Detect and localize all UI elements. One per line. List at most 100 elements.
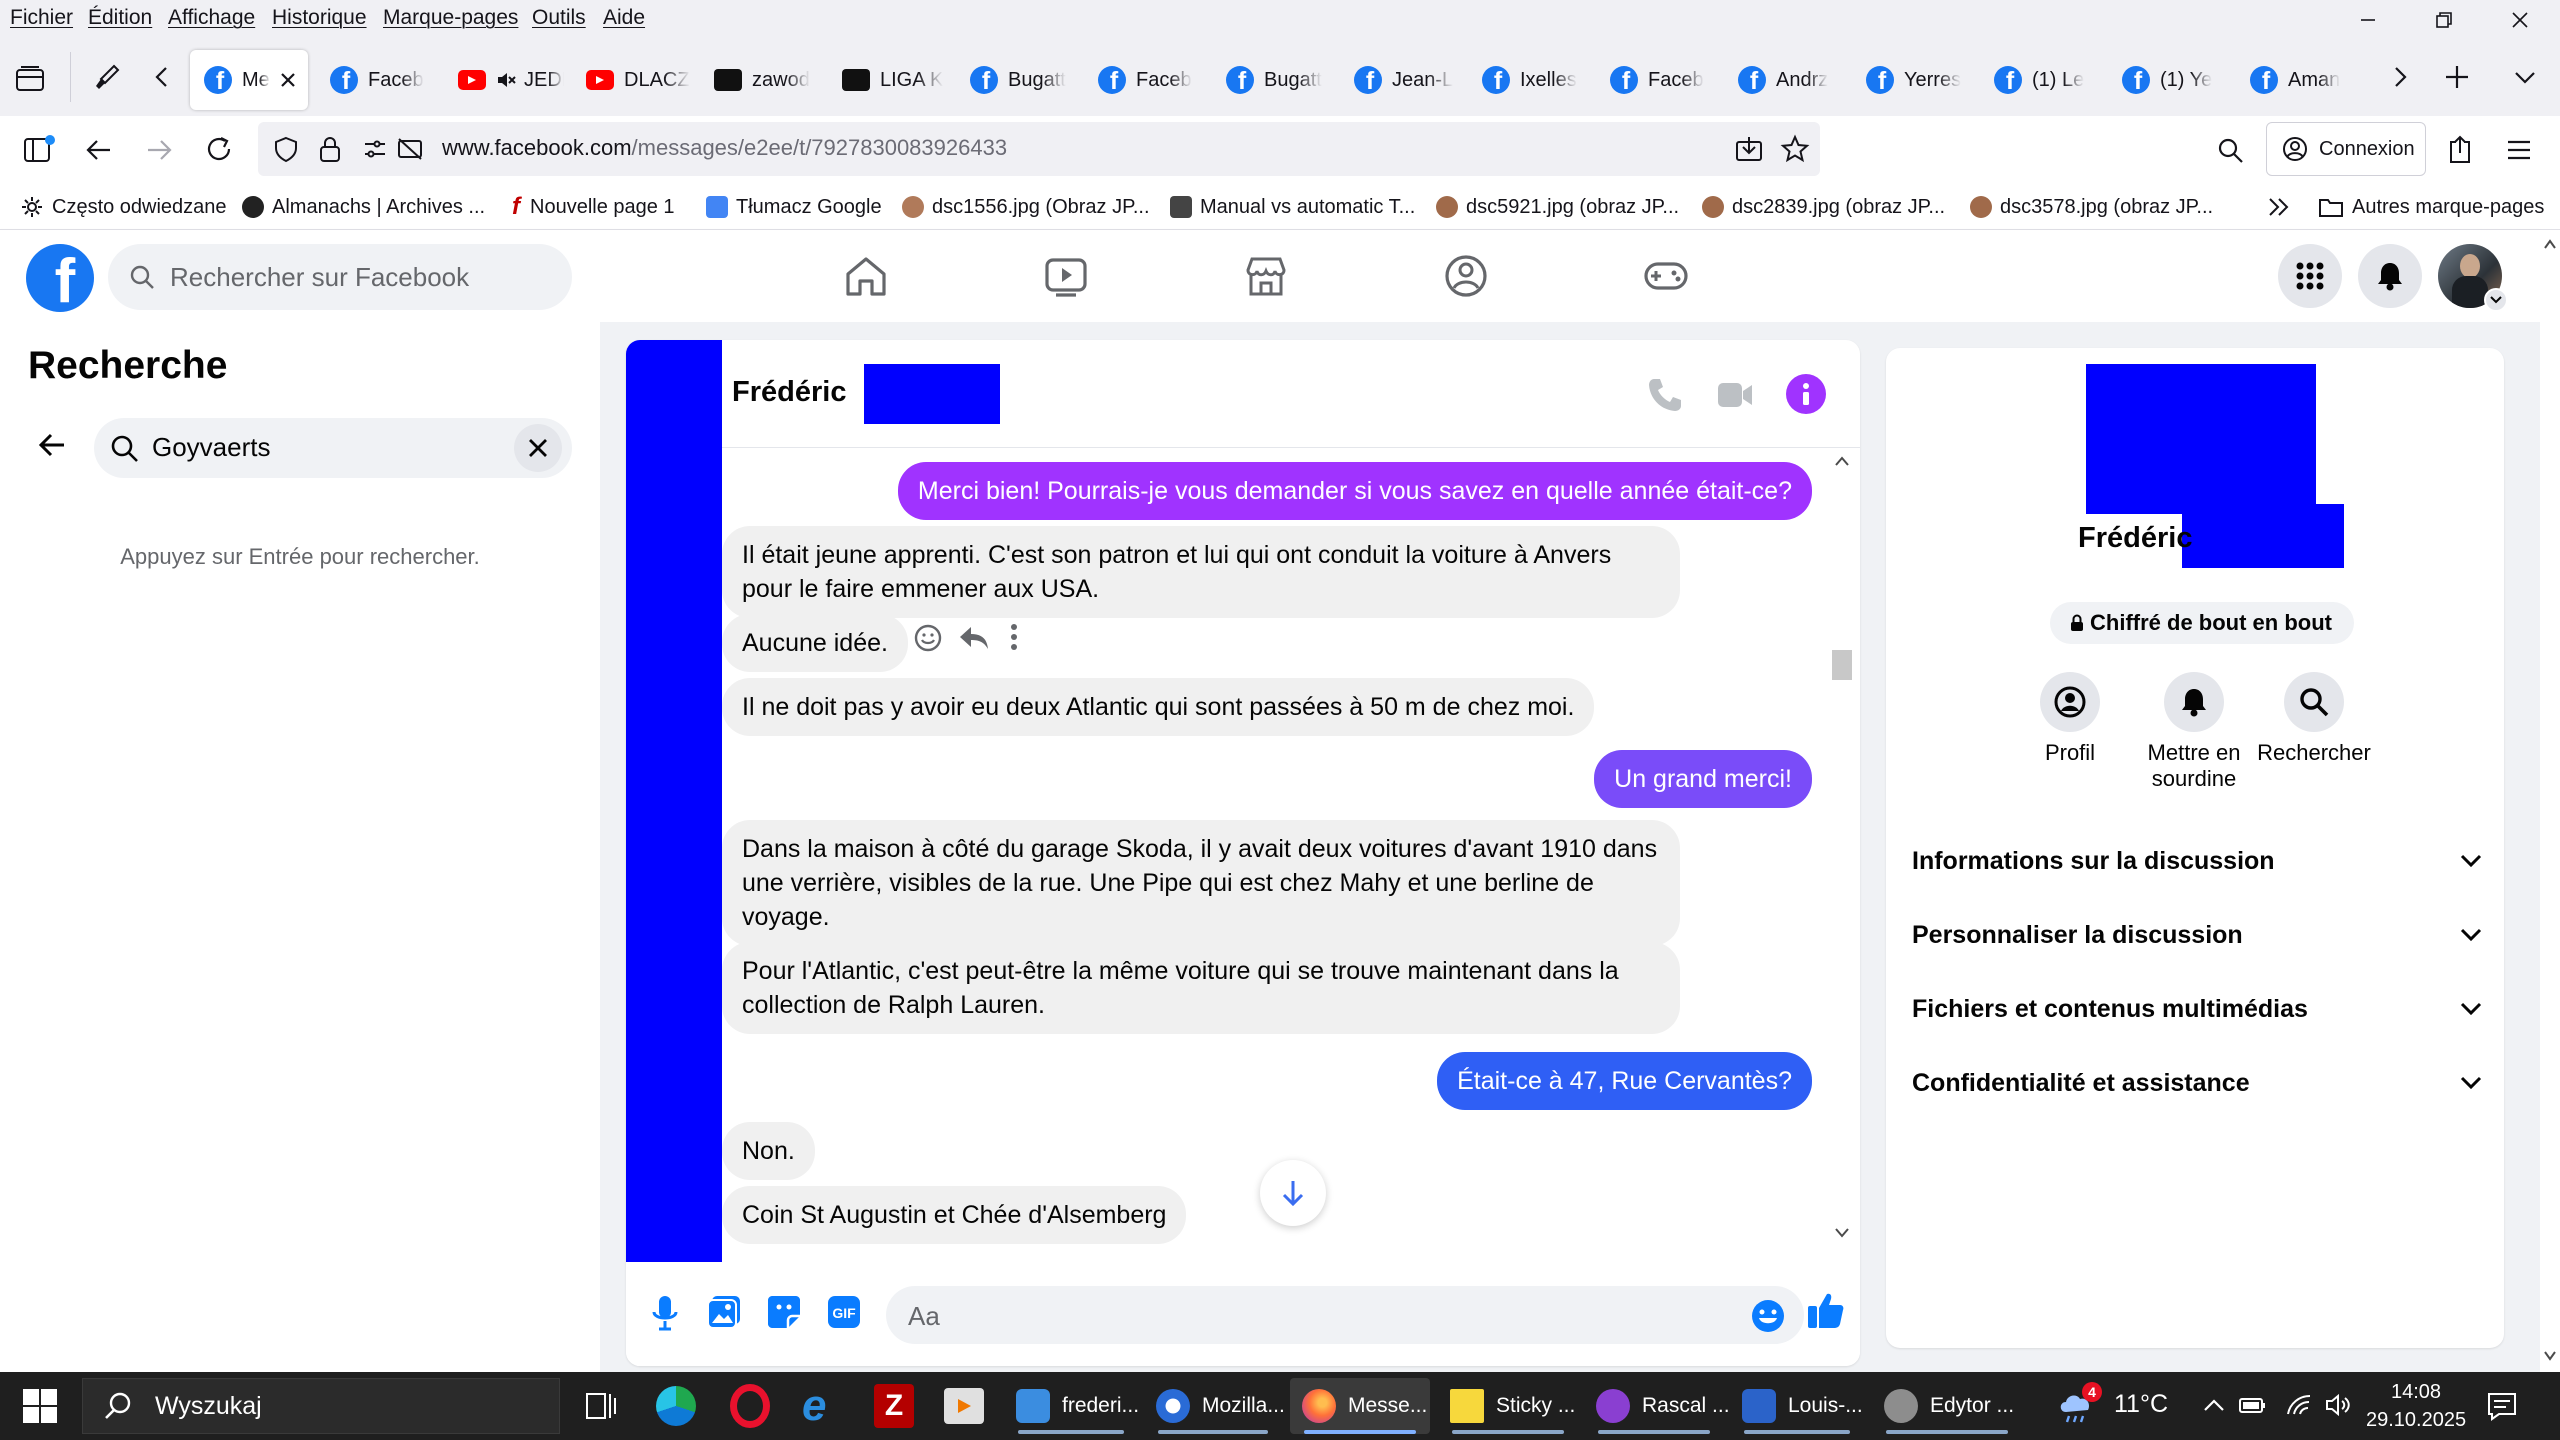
like-button[interactable]: [1806, 1290, 1846, 1330]
extensions-button[interactable]: [2446, 134, 2476, 166]
browser-tab[interactable]: LIGA K: [828, 50, 948, 110]
notification-center-button[interactable]: [2486, 1390, 2518, 1422]
message-incoming[interactable]: Dans la maison à côté du garage Skoda, i…: [722, 820, 1680, 946]
mute-action[interactable]: Mettre en sourdine: [2134, 672, 2254, 792]
audio-call-button[interactable]: [1646, 376, 1684, 414]
temperature[interactable]: 11°C: [2114, 1390, 2168, 1419]
search-conversation-action[interactable]: Rechercher: [2256, 672, 2372, 766]
tab-scroll-left-button[interactable]: [150, 64, 174, 90]
nav-gaming[interactable]: [1642, 254, 1690, 298]
edge-icon[interactable]: [656, 1386, 696, 1426]
battery-icon[interactable]: [2238, 1394, 2268, 1416]
sidebar-toggle-button[interactable]: [22, 134, 56, 164]
bookmark-item[interactable]: Tłumacz Google: [706, 192, 882, 222]
clock[interactable]: 14:08 29.10.2025: [2366, 1378, 2466, 1434]
browser-tab[interactable]: f Andrz: [1724, 50, 1844, 110]
account-menu-button[interactable]: [2484, 288, 2508, 312]
emoji-button[interactable]: [1750, 1298, 1786, 1334]
attach-media-button[interactable]: [706, 1294, 742, 1330]
nav-marketplace[interactable]: [1242, 254, 1290, 298]
nav-home[interactable]: [842, 254, 890, 298]
nav-video[interactable]: [1042, 254, 1090, 298]
profile-action[interactable]: Profil: [2020, 672, 2120, 766]
firefox-view-button[interactable]: [14, 64, 46, 92]
taskbar-app-thunderbird[interactable]: Mozilla...: [1144, 1378, 1285, 1434]
browser-tab[interactable]: JEDNA: [444, 50, 564, 110]
scroll-to-bottom-button[interactable]: [1260, 1160, 1326, 1226]
message-outgoing[interactable]: Merci bien! Pourrais-je vous demander si…: [897, 462, 1812, 520]
bookmark-item[interactable]: Manual vs automatic T...: [1170, 192, 1415, 222]
page-scrollbar[interactable]: [2540, 230, 2560, 1372]
browser-tab[interactable]: f Faceb: [1084, 50, 1204, 110]
menu-tools[interactable]: Outils: [532, 6, 586, 30]
browser-tab[interactable]: f Me: [190, 50, 308, 110]
clear-search-button[interactable]: [514, 424, 562, 472]
more-actions-button[interactable]: [1008, 622, 1020, 652]
menu-file[interactable]: Fichier: [10, 6, 73, 30]
bookmark-item[interactable]: dsc1556.jpg (Obraz JP...: [902, 192, 1150, 222]
install-app-button[interactable]: [1734, 134, 1764, 164]
facebook-search-bar[interactable]: Rechercher sur Facebook: [108, 244, 572, 310]
browser-tab[interactable]: f Bugatt: [956, 50, 1076, 110]
browser-tab[interactable]: f Aman: [2236, 50, 2356, 110]
message-incoming[interactable]: Aucune idée.: [722, 614, 908, 672]
weather-widget[interactable]: 4: [2056, 1382, 2102, 1426]
tracking-protection-icon[interactable]: [272, 135, 300, 163]
other-bookmarks-folder[interactable]: Autres marque-pages: [2318, 192, 2544, 222]
bookmark-star-button[interactable]: [1780, 134, 1810, 164]
back-button[interactable]: [84, 136, 114, 164]
lock-icon[interactable]: [318, 134, 342, 164]
bookmark-item[interactable]: dsc2839.jpg (obraz JP...: [1702, 192, 1945, 222]
taskbar-app-frederi[interactable]: frederi...: [1004, 1378, 1139, 1434]
close-tab-icon[interactable]: [280, 72, 296, 88]
message-incoming[interactable]: Il ne doit pas y avoir eu deux Atlantic …: [722, 678, 1595, 736]
chat-scrollbar[interactable]: [1828, 454, 1856, 1242]
browser-tab[interactable]: f Yerres: [1852, 50, 1972, 110]
search-button[interactable]: [2216, 136, 2246, 166]
url-bar[interactable]: www.facebook.com/messages/e2ee/t/7927830…: [258, 122, 1820, 176]
menu-edit[interactable]: Édition: [88, 6, 152, 30]
filezilla-icon[interactable]: Z: [874, 1384, 914, 1428]
tray-overflow-button[interactable]: [2202, 1396, 2226, 1414]
bookmark-item[interactable]: dsc3578.jpg (obraz JP...: [1970, 192, 2213, 222]
browser-tab[interactable]: zawod: [700, 50, 820, 110]
message-input[interactable]: Aa: [886, 1286, 1804, 1344]
video-call-button[interactable]: [1716, 378, 1754, 412]
section-privacy-support[interactable]: Confidentialité et assistance: [1912, 1058, 2482, 1108]
taskbar-app-firefox[interactable]: Messe...: [1290, 1378, 1430, 1434]
close-window-button[interactable]: [2490, 4, 2550, 36]
back-button[interactable]: [36, 430, 68, 460]
browser-tab[interactable]: f Faceb: [316, 50, 436, 110]
restore-window-button[interactable]: [2414, 4, 2474, 36]
pinned-tab[interactable]: [92, 62, 122, 92]
browser-tab[interactable]: f (1) Le: [1980, 50, 2100, 110]
message-incoming[interactable]: Il était jeune apprenti. C'est son patro…: [722, 526, 1680, 618]
media-player-icon[interactable]: [944, 1388, 984, 1424]
section-chat-info[interactable]: Informations sur la discussion: [1912, 836, 2482, 886]
conversation-info-button[interactable]: [1786, 374, 1826, 414]
connexion-button[interactable]: Connexion: [2266, 122, 2426, 176]
permissions-icon[interactable]: [362, 136, 388, 162]
list-all-tabs-button[interactable]: [2512, 64, 2538, 90]
search-conversation-button[interactable]: [2284, 672, 2344, 732]
menu-help[interactable]: Aide: [603, 6, 645, 30]
menu-grid-button[interactable]: [2278, 244, 2342, 308]
start-button[interactable]: [22, 1388, 58, 1424]
bookmark-item[interactable]: f Nouvelle page 1: [512, 192, 675, 222]
taskbar-app-word[interactable]: Louis-...: [1730, 1378, 1864, 1434]
taskbar-search[interactable]: Wyszukaj: [82, 1378, 560, 1434]
message-outgoing[interactable]: Un grand merci!: [1594, 750, 1812, 808]
mute-button[interactable]: [2164, 672, 2224, 732]
browser-tab[interactable]: DLACZ: [572, 50, 692, 110]
react-button[interactable]: [912, 622, 944, 654]
browser-tab[interactable]: f (1) Ye: [2108, 50, 2228, 110]
wifi-icon[interactable]: [2284, 1392, 2314, 1418]
volume-icon[interactable]: [2324, 1392, 2354, 1418]
browser-tab[interactable]: f Ixelles: [1468, 50, 1588, 110]
browser-tab[interactable]: f Jean-L: [1340, 50, 1460, 110]
bookmark-item[interactable]: Często odwiedzane: [20, 192, 227, 222]
tab-scroll-right-button[interactable]: [2388, 64, 2412, 90]
contact-name[interactable]: Frédéric: [732, 376, 846, 409]
voice-clip-button[interactable]: [650, 1294, 680, 1334]
nav-groups[interactable]: [1442, 254, 1490, 298]
